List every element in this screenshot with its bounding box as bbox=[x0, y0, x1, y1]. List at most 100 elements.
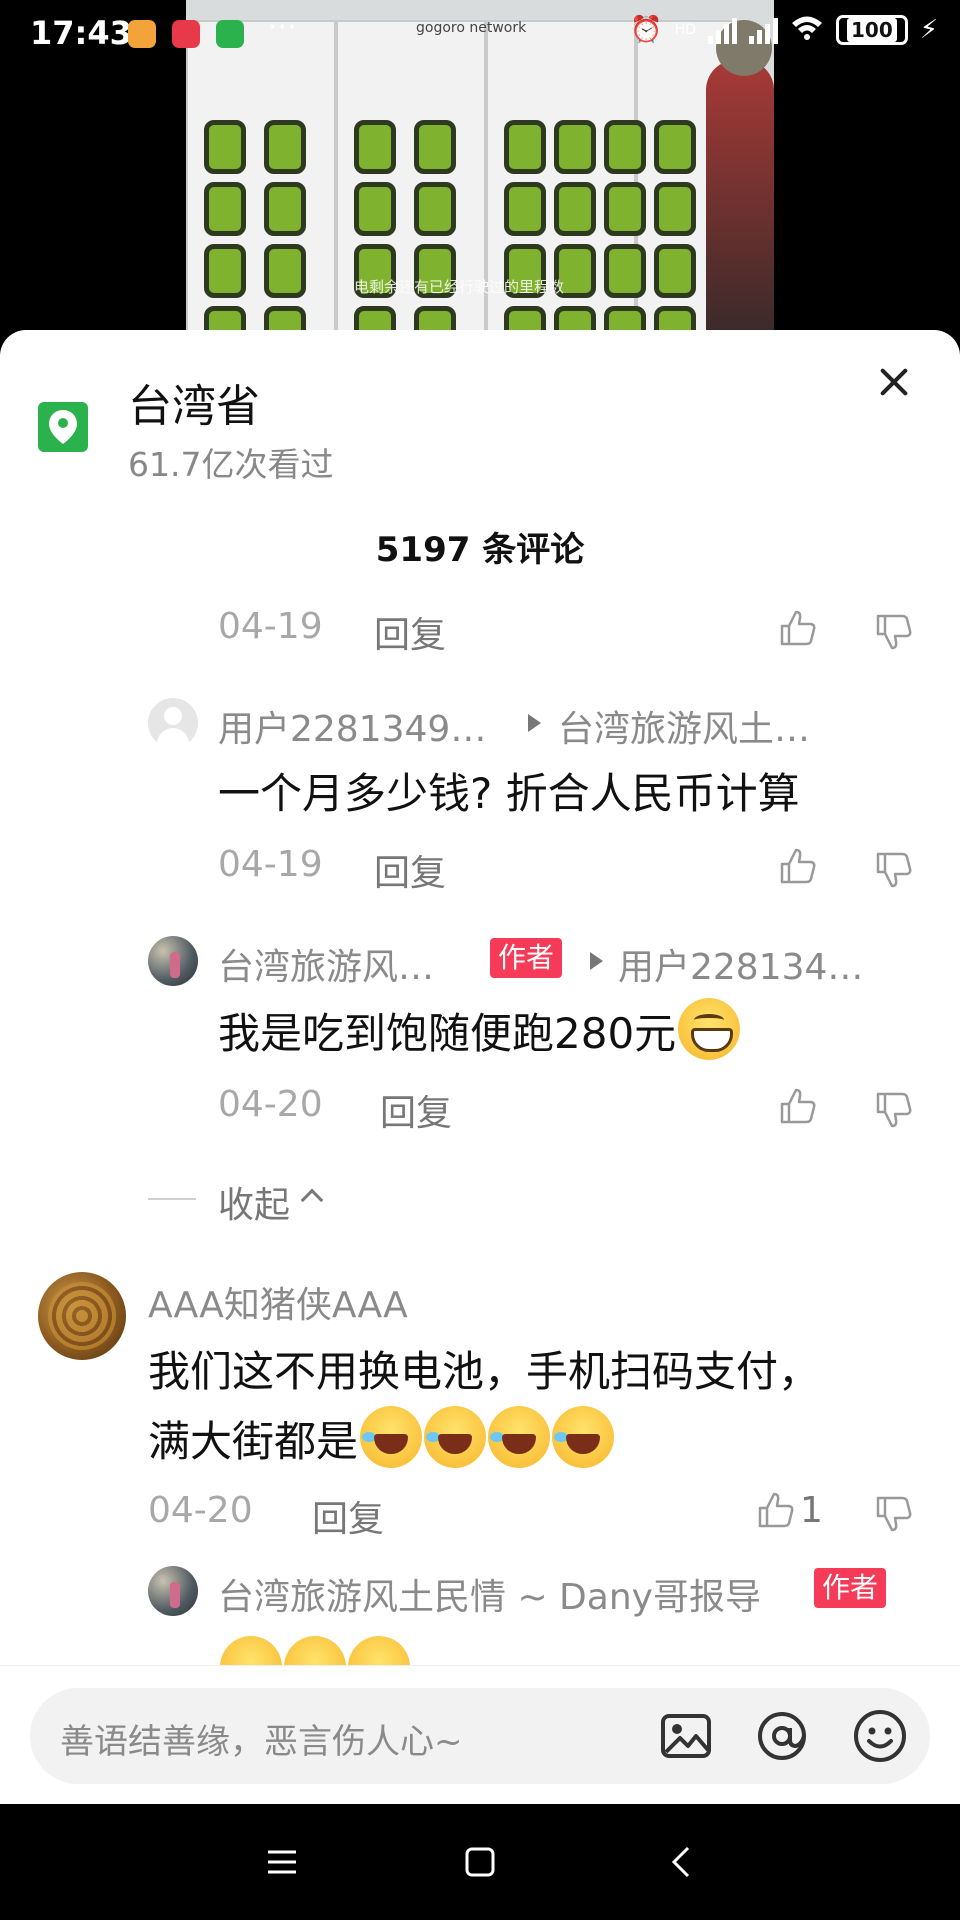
thumbs-down-icon[interactable] bbox=[874, 850, 914, 890]
author-badge: 作者 bbox=[490, 938, 563, 978]
author-badge: 作者 bbox=[814, 1568, 887, 1608]
comment-date: 04-20 bbox=[148, 1490, 253, 1531]
location-pin-icon bbox=[38, 402, 88, 452]
comment-count: 5197 条评论 bbox=[375, 530, 585, 570]
system-nav-bar bbox=[0, 1804, 960, 1920]
thumbs-up-icon[interactable] bbox=[778, 608, 818, 648]
battery-slot bbox=[354, 182, 396, 236]
comment-username[interactable]: 用户2281349… bbox=[218, 700, 486, 752]
comment-username[interactable]: 台湾旅游风… bbox=[218, 938, 434, 990]
input-placeholder: 善语结善缘，恶言伤人心~ bbox=[60, 1722, 463, 1762]
battery-slot bbox=[654, 120, 696, 174]
more-notifications-icon: ··· bbox=[268, 10, 297, 45]
hd-label: HD bbox=[674, 22, 696, 38]
wifi-icon bbox=[790, 14, 824, 46]
thumbs-up-icon[interactable] bbox=[756, 1490, 796, 1530]
battery-slot bbox=[264, 182, 306, 236]
battery-slot bbox=[554, 182, 596, 236]
back-icon[interactable] bbox=[662, 1842, 702, 1882]
thumbs-up-icon[interactable] bbox=[778, 1086, 818, 1126]
comment-date: 04-19 bbox=[218, 844, 323, 885]
battery-slot bbox=[604, 120, 646, 174]
laughing-tears-emoji-icon bbox=[424, 1406, 487, 1468]
close-icon[interactable] bbox=[878, 366, 910, 398]
thumbs-down-icon[interactable] bbox=[874, 1090, 914, 1130]
comment-text: 我是吃到饱随便跑280元 bbox=[218, 998, 741, 1066]
battery-icon: 100 bbox=[835, 15, 908, 45]
comment-sheet: 台湾省 61.7亿次看过 5197 条评论 04-19 回复 用户2281349… bbox=[0, 330, 960, 1804]
thumbs-down-icon[interactable] bbox=[874, 1494, 914, 1534]
battery-slot bbox=[204, 244, 246, 298]
battery-slot bbox=[414, 306, 456, 332]
battery-slot bbox=[504, 306, 546, 332]
grinning-emoji-icon bbox=[678, 998, 741, 1060]
reply-arrow-icon bbox=[528, 714, 541, 732]
chevron-up-icon[interactable] bbox=[300, 1188, 324, 1212]
laughing-tears-emoji-icon bbox=[552, 1406, 615, 1468]
battery-slot bbox=[354, 306, 396, 332]
alarm-icon: ⏰ bbox=[630, 15, 663, 45]
collapse-divider bbox=[148, 1198, 196, 1200]
battery-slot bbox=[204, 306, 246, 332]
signal-icon bbox=[707, 16, 737, 44]
at-icon[interactable] bbox=[754, 1708, 810, 1764]
reply-button[interactable]: 回复 bbox=[312, 1490, 384, 1542]
notification-app-icon bbox=[128, 20, 156, 48]
battery-slot bbox=[354, 120, 396, 174]
location-title[interactable]: 台湾省 bbox=[128, 370, 260, 434]
reply-button[interactable]: 回复 bbox=[380, 1084, 452, 1136]
comment-text-content: 满大街都是 bbox=[148, 1417, 359, 1466]
comment-text: 一个月多少钱? 折合人民币计算 bbox=[218, 769, 800, 818]
notification-app-icon bbox=[216, 20, 244, 48]
clock: 17:43 bbox=[30, 14, 132, 52]
battery-slot bbox=[604, 244, 646, 298]
battery-slot bbox=[264, 306, 306, 332]
location-views: 61.7亿次看过 bbox=[128, 445, 334, 484]
comment-text: 满大街都是 bbox=[148, 1406, 615, 1474]
collapse-replies-button[interactable]: 收起 bbox=[218, 1176, 290, 1228]
avatar[interactable] bbox=[148, 1566, 198, 1616]
reply-arrow-icon bbox=[590, 952, 603, 970]
battery-slot bbox=[204, 120, 246, 174]
battery-slot bbox=[414, 120, 456, 174]
reply-to-username[interactable]: 用户228134… bbox=[618, 938, 863, 990]
comment-username[interactable]: AAA知猪侠AAA bbox=[148, 1276, 408, 1328]
battery-slot bbox=[654, 306, 696, 332]
laughing-tears-emoji-icon bbox=[360, 1406, 423, 1468]
reply-button[interactable]: 回复 bbox=[374, 606, 446, 658]
comment-text-content: 我是吃到饱随便跑280元 bbox=[218, 1009, 677, 1058]
battery-slot bbox=[504, 182, 546, 236]
video-subtitle: 电剩余还有已经行驶过的里程数 bbox=[354, 278, 565, 296]
person-figure bbox=[706, 60, 774, 332]
avatar[interactable] bbox=[148, 698, 198, 748]
thumbs-up-icon[interactable] bbox=[778, 846, 818, 886]
laughing-tears-emoji-icon bbox=[488, 1406, 551, 1468]
comment-input[interactable]: 善语结善缘，恶言伤人心~ bbox=[30, 1688, 930, 1784]
thumbs-down-icon[interactable] bbox=[874, 612, 914, 652]
reply-button[interactable]: 回复 bbox=[374, 844, 446, 896]
home-icon[interactable] bbox=[460, 1842, 500, 1882]
battery-slot bbox=[264, 120, 306, 174]
avatar[interactable] bbox=[148, 936, 198, 986]
battery-slot bbox=[604, 306, 646, 332]
battery-slot bbox=[554, 306, 596, 332]
battery-slot bbox=[654, 244, 696, 298]
menu-icon[interactable] bbox=[262, 1842, 302, 1882]
like-count: 1 bbox=[800, 1490, 823, 1531]
avatar[interactable] bbox=[38, 1272, 126, 1360]
battery-slot bbox=[504, 120, 546, 174]
battery-slot bbox=[264, 244, 306, 298]
reply-to-username[interactable]: 台湾旅游风土… bbox=[558, 700, 810, 752]
signal-icon bbox=[748, 16, 778, 44]
battery-slot bbox=[204, 182, 246, 236]
notification-app-icon bbox=[172, 20, 200, 48]
battery-slot bbox=[414, 182, 456, 236]
emoji-icon[interactable] bbox=[852, 1708, 908, 1764]
comment-date: 04-20 bbox=[218, 1084, 323, 1125]
comment-input-bar: 善语结善缘，恶言伤人心~ bbox=[0, 1665, 960, 1804]
battery-slot bbox=[554, 120, 596, 174]
comment-date: 04-19 bbox=[218, 606, 323, 647]
status-right: ⏰ HD 100 ⚡ bbox=[630, 14, 938, 46]
comment-username[interactable]: 台湾旅游风土民情 ~ Dany哥报导 bbox=[218, 1568, 761, 1620]
image-icon[interactable] bbox=[658, 1708, 714, 1764]
